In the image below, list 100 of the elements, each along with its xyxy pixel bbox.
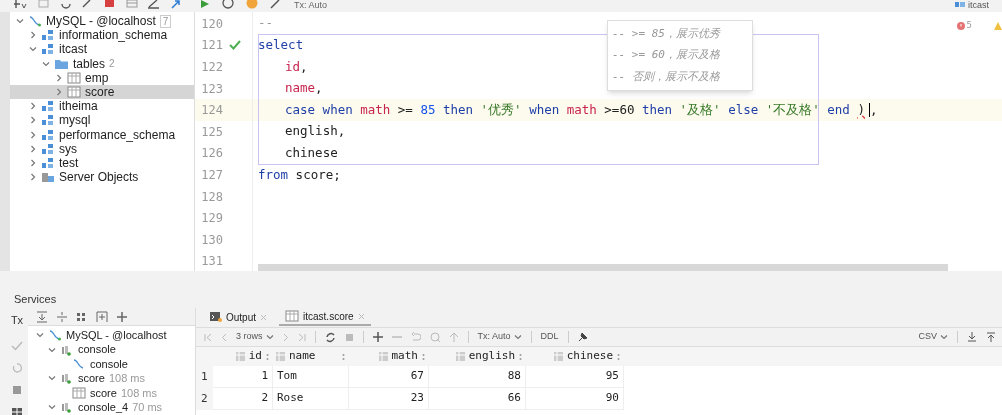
code-text: >= xyxy=(397,100,413,119)
edit-icon[interactable] xyxy=(148,0,160,9)
upload-icon[interactable] xyxy=(986,332,996,342)
tree-item[interactable]: test xyxy=(10,155,194,171)
column-header[interactable]: math xyxy=(349,347,429,366)
tree-item[interactable]: console_4 70 ms xyxy=(28,399,195,415)
horizontal-scrollbar[interactable] xyxy=(258,264,948,271)
line-number: 131 xyxy=(200,253,223,271)
next-page-icon[interactable] xyxy=(282,332,289,342)
table-icon[interactable] xyxy=(126,0,138,9)
code-text: , xyxy=(869,100,878,119)
count-badge: 7 xyxy=(159,14,172,28)
tree-item[interactable]: sys xyxy=(10,141,194,156)
download-icon[interactable] xyxy=(967,332,977,342)
commit-icon[interactable] xyxy=(11,340,23,351)
line-number: 128 xyxy=(200,188,223,206)
tree-item[interactable]: Server Objects xyxy=(10,170,194,185)
tree-item[interactable]: score 108 ms xyxy=(28,385,195,400)
console-icon xyxy=(72,357,86,370)
pin-icon[interactable] xyxy=(577,332,588,342)
rows-dropdown[interactable]: 3 rows xyxy=(236,330,274,344)
tree-item[interactable]: console xyxy=(28,342,195,357)
transaction-mode-button[interactable]: Tx xyxy=(10,312,24,329)
revert-icon[interactable] xyxy=(410,332,421,342)
tree-item[interactable]: itheima xyxy=(10,99,194,114)
chevron-right-icon xyxy=(29,31,37,40)
tree-item[interactable]: emp xyxy=(10,70,194,85)
connection-icon xyxy=(48,329,62,342)
table-cell[interactable]: 1 xyxy=(213,366,273,388)
column-header[interactable]: english xyxy=(429,347,526,366)
string-literal: '优秀' xyxy=(480,100,522,119)
stop-icon[interactable] xyxy=(344,332,354,342)
stop-icon[interactable] xyxy=(104,0,116,9)
ddl-button[interactable]: DDL xyxy=(540,330,559,344)
submit-icon[interactable] xyxy=(448,332,459,342)
table-cell[interactable]: 90 xyxy=(526,388,624,410)
tree-item[interactable]: performance_schema xyxy=(10,127,194,142)
group-icon[interactable] xyxy=(76,310,88,323)
table-cell[interactable]: Rose xyxy=(273,388,349,410)
schema-selector[interactable]: itcast xyxy=(968,0,989,11)
sql-keyword: end xyxy=(827,100,850,119)
table-cell[interactable]: 95 xyxy=(526,366,624,388)
tree-item[interactable]: console xyxy=(28,356,195,372)
tree-item[interactable]: MySQL - @localhost xyxy=(28,328,195,343)
close-icon[interactable] xyxy=(260,313,268,321)
table-cell[interactable]: Tom xyxy=(273,366,349,388)
chevron-down-icon xyxy=(48,374,56,383)
sort-icon[interactable] xyxy=(265,352,270,361)
close-icon[interactable] xyxy=(357,312,365,320)
tree-item[interactable]: itcast xyxy=(10,42,194,57)
tooltip-line: -- >= 60，展示及格 xyxy=(611,47,721,63)
collapse-all-icon[interactable] xyxy=(56,310,68,323)
table-cell[interactable]: 2 xyxy=(213,388,273,410)
column-header[interactable]: name xyxy=(273,347,349,366)
tree-item[interactable]: information_schema xyxy=(10,28,194,43)
tree-item[interactable]: mysql xyxy=(10,113,194,128)
copy-icon[interactable] xyxy=(38,0,50,9)
result-tab[interactable]: Output xyxy=(204,308,274,326)
first-page-icon[interactable] xyxy=(204,332,212,342)
column-header[interactable]: chinese xyxy=(526,347,624,366)
table-cell[interactable]: 66 xyxy=(429,388,526,410)
sort-icon[interactable] xyxy=(616,352,621,361)
tree-item[interactable]: tables 2 xyxy=(10,56,194,71)
add-row-icon[interactable] xyxy=(372,332,383,342)
column-header[interactable]: id xyxy=(213,347,273,366)
elapsed-time: 108 ms xyxy=(120,385,157,401)
table-cell[interactable]: 67 xyxy=(349,366,429,388)
add-icon[interactable] xyxy=(116,310,128,323)
chevron-down-icon xyxy=(265,333,274,341)
table-cell[interactable]: 88 xyxy=(429,366,526,388)
expand-all-icon[interactable] xyxy=(36,310,48,323)
layout-icon[interactable] xyxy=(11,406,23,415)
preview-icon[interactable] xyxy=(429,332,440,342)
sort-icon[interactable] xyxy=(421,352,426,361)
table-icon xyxy=(67,71,81,84)
export-format-dropdown[interactable]: CSV xyxy=(918,330,948,344)
rollback-icon[interactable] xyxy=(11,362,23,373)
new-tab-icon[interactable] xyxy=(96,310,108,323)
profile-icon[interactable] xyxy=(246,0,258,9)
tree-item[interactable]: score xyxy=(10,84,194,100)
table-icon xyxy=(67,86,81,99)
add-icon[interactable] xyxy=(14,0,28,9)
tree-item[interactable]: MySQL - @localhost 7 xyxy=(10,14,194,29)
transaction-mode-dropdown[interactable]: Tx: Auto xyxy=(294,0,328,11)
jump-arrow-icon[interactable] xyxy=(170,0,182,9)
code-text: chinese xyxy=(285,144,338,162)
last-page-icon[interactable] xyxy=(297,332,306,342)
line-number: 122 xyxy=(200,59,223,76)
sort-icon[interactable] xyxy=(341,352,346,361)
line-number: 130 xyxy=(200,231,223,249)
run-icon[interactable] xyxy=(200,0,210,9)
tree-item[interactable]: score 108 ms xyxy=(28,371,195,386)
code-text: english, xyxy=(285,122,346,141)
stop-icon[interactable] xyxy=(12,384,22,395)
transaction-mode-dropdown[interactable]: Tx: Auto xyxy=(477,330,522,344)
previous-page-icon[interactable] xyxy=(221,332,227,342)
warning-icon[interactable] xyxy=(994,22,1002,30)
column-icon xyxy=(378,352,389,361)
sort-icon[interactable] xyxy=(518,352,523,361)
table-cell[interactable]: 23 xyxy=(349,388,429,410)
